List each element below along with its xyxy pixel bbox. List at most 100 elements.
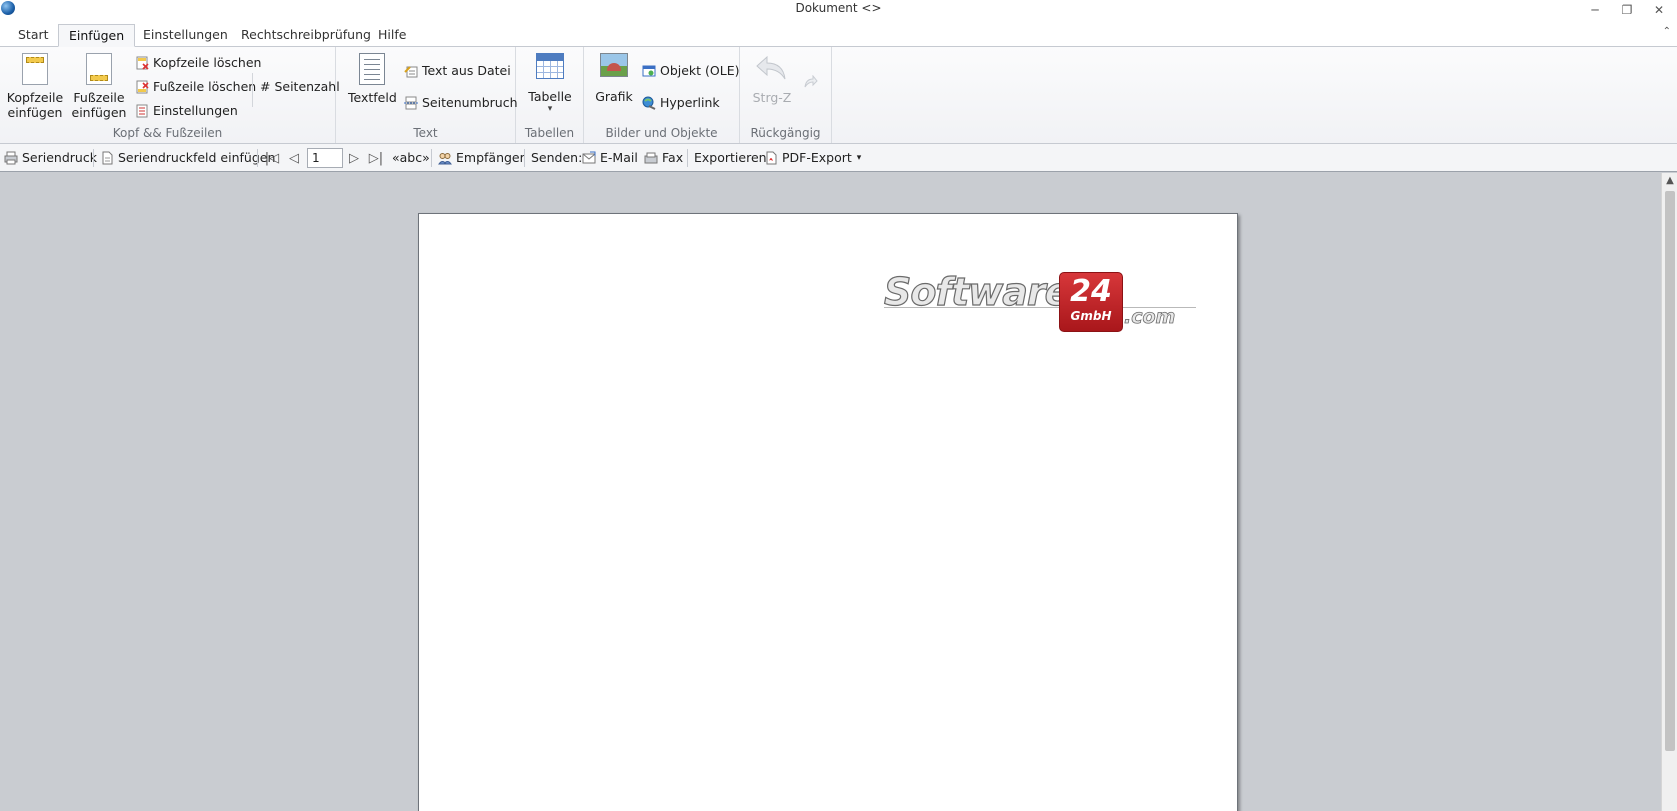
tab-einstellungen[interactable]: Einstellungen	[133, 24, 238, 47]
object-ole-label: Objekt (OLE)	[660, 63, 740, 78]
first-record-icon[interactable]: |◁	[263, 148, 281, 168]
group-inner-separator	[252, 73, 253, 107]
pdf-export-button[interactable]: PDF-Export ▾	[764, 148, 861, 168]
mail-merge-label: Seriendruck	[22, 150, 97, 165]
insert-header-button[interactable]: Kopfzeile einfügen	[6, 53, 64, 120]
recipients-label: Empfänger	[456, 150, 525, 165]
fax-icon	[644, 152, 658, 164]
printer-icon	[4, 151, 18, 165]
table-icon	[536, 53, 564, 79]
logo-word: Software	[883, 269, 1071, 314]
recipients-button[interactable]: Empfänger	[438, 148, 525, 168]
insert-footer-button[interactable]: Fußzeile einfügen	[70, 53, 128, 120]
software24-logo: Software 24 GmbH .com	[883, 269, 1196, 336]
fax-label: Fax	[662, 150, 684, 165]
logo-domain: .com	[1124, 306, 1176, 329]
textfield-button[interactable]: Textfeld	[348, 53, 397, 105]
tab-start[interactable]: Start	[8, 24, 59, 47]
table-button[interactable]: Tabelle ▾	[526, 53, 574, 114]
header-settings-label: Einstellungen	[153, 103, 238, 118]
toolbar-separator	[93, 149, 94, 167]
graphic-label: Grafik	[595, 89, 633, 104]
header-settings-button[interactable]: Einstellungen	[135, 101, 238, 121]
send-label: Senden:	[531, 150, 583, 165]
collapse-ribbon-icon[interactable]: ⌃	[1663, 26, 1671, 37]
toolbar-separator	[687, 149, 688, 167]
group-undo-label: Rückgängig	[750, 126, 821, 140]
title-bar: Dokument <> ─ ❐ ✕	[0, 0, 1677, 19]
window-title: Dokument <>	[795, 1, 882, 15]
group-header-footer-label: Kopf && Fußzeilen	[112, 126, 223, 140]
minimize-button[interactable]: ─	[1580, 0, 1610, 19]
logo-number: 24	[1070, 274, 1112, 309]
insert-footer-label-2: einfügen	[71, 105, 127, 120]
close-button[interactable]: ✕	[1644, 0, 1674, 19]
next-record-icon[interactable]: ▷	[345, 148, 363, 168]
text-from-file-button[interactable]: Text aus Datei	[404, 61, 511, 81]
mail-merge-button[interactable]: Seriendruck	[4, 148, 97, 168]
textfield-icon	[359, 53, 385, 85]
previous-record-icon[interactable]: ◁	[285, 148, 303, 168]
document-canvas[interactable]: Software 24 GmbH .com	[0, 173, 1661, 811]
undo-arrow-icon	[756, 55, 786, 80]
tab-einfuegen[interactable]: Einfügen	[58, 24, 136, 47]
record-number-input[interactable]	[307, 148, 343, 168]
email-icon	[582, 151, 596, 164]
logo-badge: 24 GmbH	[1059, 272, 1123, 332]
export-label: Exportieren:	[694, 150, 771, 165]
group-tables-label: Tabellen	[524, 126, 575, 140]
page-break-label: Seitenumbruch	[422, 95, 518, 110]
email-label: E-Mail	[600, 150, 638, 165]
group-images-objects: Grafik Objekt (OLE) Hyperlink Bilder und…	[584, 47, 740, 143]
toolbar-separator	[431, 149, 432, 167]
group-header-footer: Kopfzeile einfügen Fußzeile einfügen Kop…	[0, 47, 340, 143]
page-break-button[interactable]: Seitenumbruch	[404, 93, 518, 113]
restore-button[interactable]: ❐	[1612, 0, 1642, 19]
tab-hilfe[interactable]: Hilfe	[368, 24, 416, 47]
fax-button[interactable]: Fax	[644, 148, 683, 168]
settings-page-icon	[136, 104, 148, 118]
page-number-button[interactable]: # Seitenzahl	[260, 77, 340, 97]
object-ole-button[interactable]: Objekt (OLE)	[642, 61, 740, 81]
textfield-label: Textfeld	[348, 90, 397, 105]
text-from-file-icon	[404, 66, 418, 78]
delete-header-button[interactable]: Kopfzeile löschen	[135, 53, 261, 73]
tab-rechtschreibpruefung[interactable]: Rechtschreibprüfung	[231, 24, 381, 47]
footer-page-icon	[86, 53, 112, 85]
scrollbar-thumb[interactable]	[1665, 191, 1675, 751]
delete-footer-label: Fußzeile löschen	[153, 79, 257, 94]
people-icon	[438, 153, 452, 165]
vertical-scrollbar[interactable]: ▲	[1661, 173, 1677, 811]
insert-merge-field-label: Seriendruckfeld einfügen	[118, 150, 276, 165]
page-break-icon	[404, 96, 418, 110]
insert-merge-field-button[interactable]: Seriendruckfeld einfügen	[100, 148, 275, 168]
delete-footer-button[interactable]: Fußzeile löschen	[135, 77, 256, 97]
insert-footer-label-1: Fußzeile	[73, 90, 125, 105]
ribbon: Kopfzeile einfügen Fußzeile einfügen Kop…	[0, 47, 1677, 144]
undo-label: Strg-Z	[752, 90, 792, 105]
logo-company: GmbH	[1070, 309, 1112, 323]
document-icon	[102, 151, 113, 165]
pdf-export-dropdown-icon: ▾	[856, 153, 862, 163]
document-page[interactable]: Software 24 GmbH .com	[418, 213, 1238, 811]
graphic-button[interactable]: Grafik	[592, 53, 636, 104]
table-label: Tabelle	[528, 89, 572, 104]
email-button[interactable]: E-Mail	[582, 148, 638, 168]
insert-header-label-2: einfügen	[7, 105, 63, 120]
insert-header-label-1: Kopfzeile	[6, 90, 64, 105]
text-from-file-label: Text aus Datei	[422, 63, 511, 78]
redo-arrow-icon[interactable]	[802, 75, 818, 89]
mail-merge-toolbar: Seriendruck Seriendruckfeld einfügen |◁ …	[0, 144, 1677, 172]
table-dropdown-icon: ▾	[547, 104, 553, 114]
pdf-icon	[766, 151, 777, 165]
delete-header-label: Kopfzeile löschen	[153, 55, 262, 70]
scroll-up-icon[interactable]: ▲	[1662, 175, 1677, 189]
show-field-codes-button[interactable]: «abc»	[392, 148, 430, 168]
toolbar-separator	[524, 149, 525, 167]
hyperlink-button[interactable]: Hyperlink	[642, 93, 720, 113]
hyperlink-globe-icon	[642, 96, 656, 110]
undo-button[interactable]: Strg-Z	[746, 53, 798, 105]
delete-header-icon	[136, 56, 149, 70]
group-undo: Strg-Z Rückgängig	[740, 47, 832, 143]
last-record-icon[interactable]: ▷|	[367, 148, 385, 168]
